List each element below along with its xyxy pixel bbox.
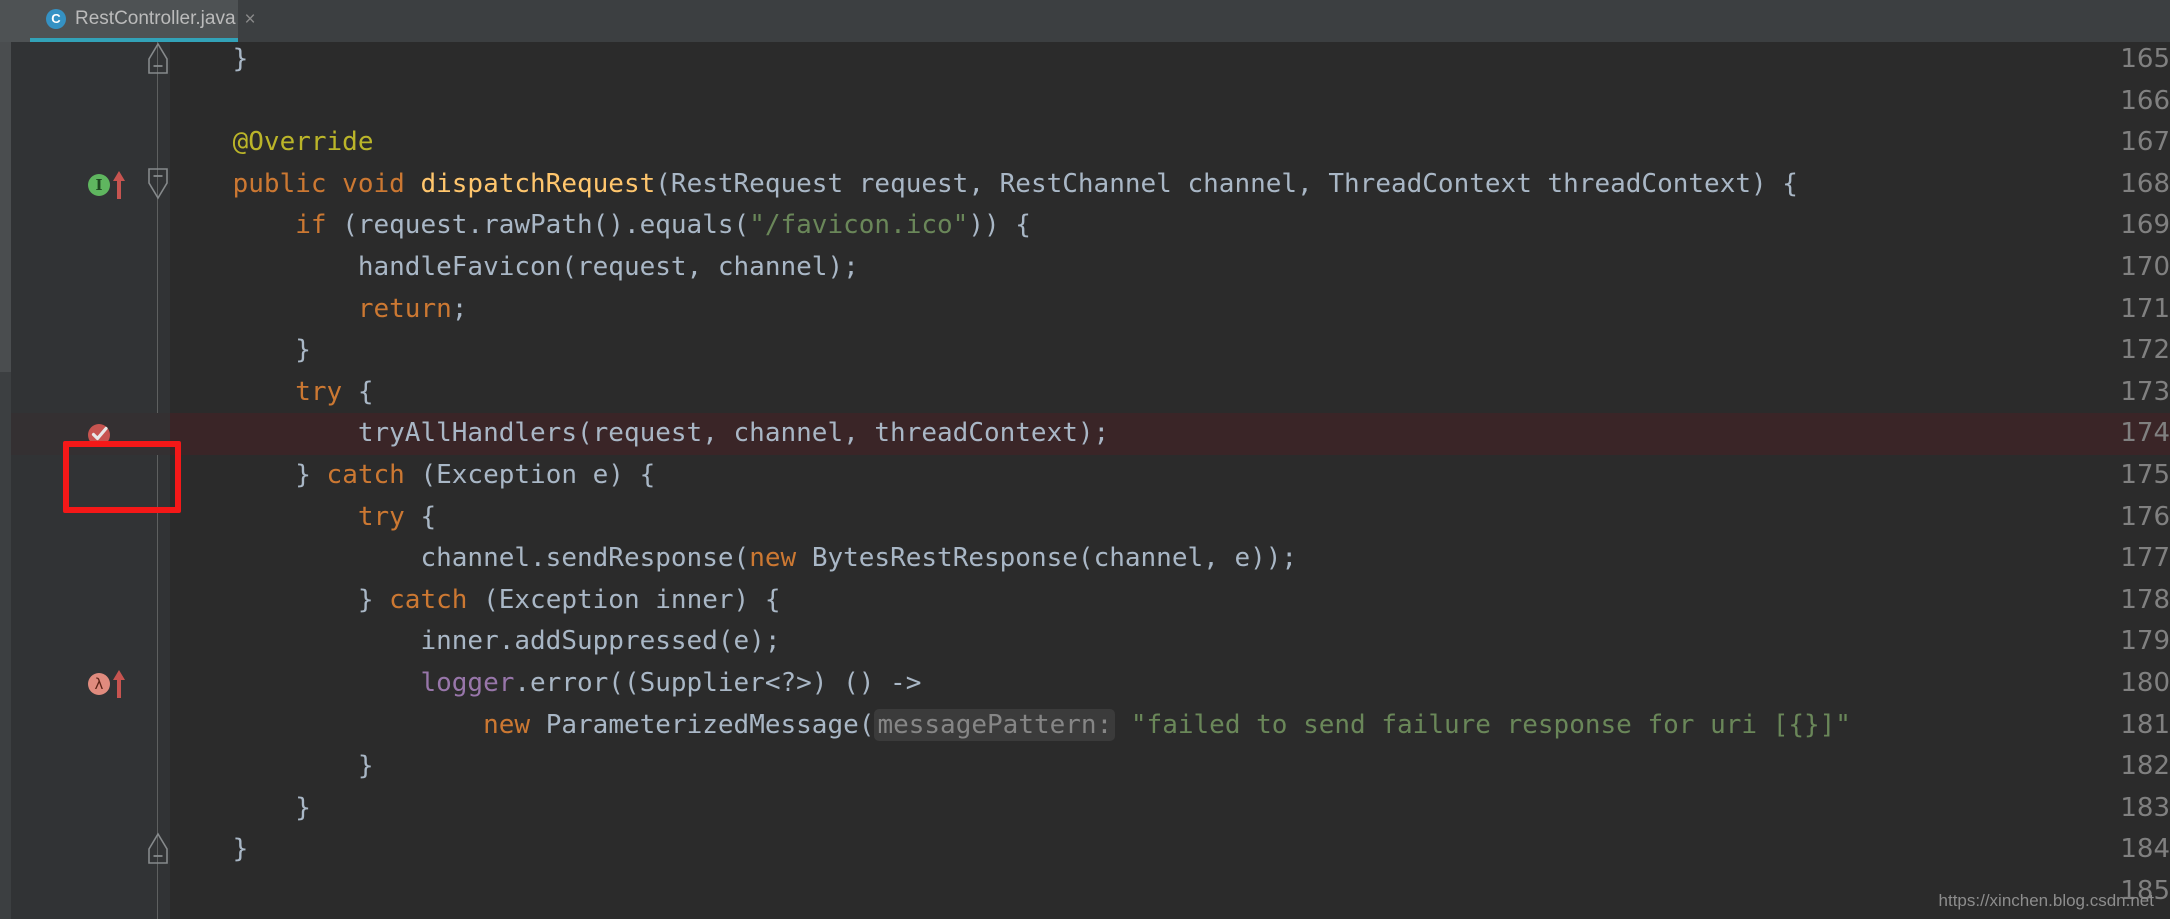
code-line[interactable]: inner.addSuppressed(e); bbox=[170, 621, 780, 663]
code-token-keyword: if bbox=[170, 210, 343, 241]
code-token-plain: .error((Supplier<?>) () -> bbox=[514, 668, 922, 698]
code-line[interactable]: } bbox=[170, 788, 311, 830]
code-line[interactable]: } bbox=[170, 42, 249, 81]
line-number: 168 bbox=[2120, 168, 2170, 199]
tab-bar-left-edge bbox=[0, 0, 30, 42]
overrides-method-arrow-icon[interactable] bbox=[112, 669, 126, 699]
code-token-plain: (RestRequest request, RestChannel channe… bbox=[655, 168, 1798, 199]
code-token-plain: } bbox=[170, 792, 311, 823]
line-number: 170 bbox=[2120, 252, 2170, 282]
code-line[interactable]: } catch (Exception inner) { bbox=[170, 580, 781, 622]
code-token-plain: ParameterizedMessage( bbox=[545, 709, 875, 740]
code-token-plain: { bbox=[420, 501, 437, 532]
code-token-plain: tryAllHandlers(request, channel, threadC… bbox=[170, 418, 1110, 449]
java-class-icon: C bbox=[46, 9, 66, 29]
lambda-icon[interactable]: λ bbox=[88, 673, 110, 695]
line-number: 176 bbox=[2120, 501, 2170, 532]
line-number: 165 bbox=[2120, 44, 2170, 74]
code-token-keyword: new bbox=[749, 543, 812, 574]
tab-title: RestController.java bbox=[75, 8, 236, 29]
code-token-plain: inner.addSuppressed(e); bbox=[170, 626, 781, 657]
code-token-plain: handleFavicon(request, channel); bbox=[170, 252, 859, 282]
line-number: 184 bbox=[2120, 834, 2170, 865]
line-number: 174 bbox=[2120, 418, 2170, 449]
code-token-keyword: catch bbox=[389, 584, 484, 615]
code-token-plain: BytesRestResponse(channel, e)); bbox=[811, 543, 1298, 574]
red-annotation-rectangle bbox=[63, 441, 181, 513]
code-line[interactable]: } catch (Exception e) { bbox=[170, 455, 655, 497]
code-token-static-field: logger bbox=[420, 668, 515, 698]
code-line[interactable]: try { bbox=[170, 497, 436, 539]
code-line[interactable]: } bbox=[170, 829, 249, 871]
code-token-keyword: new bbox=[483, 709, 546, 740]
line-number: 178 bbox=[2120, 584, 2170, 615]
line-number: 171 bbox=[2120, 293, 2170, 324]
line-number: 182 bbox=[2120, 751, 2170, 782]
line-number: 177 bbox=[2120, 543, 2170, 574]
code-line[interactable]: logger.error((Supplier<?>) () -> bbox=[170, 663, 921, 705]
code-token-plain: )) { bbox=[968, 210, 1031, 241]
code-line[interactable]: try { bbox=[170, 372, 374, 414]
code-editor[interactable]: 165 } 166 167 @Override 168 public void dis… bbox=[0, 42, 2170, 919]
implements-method-icon[interactable]: I bbox=[88, 173, 110, 196]
code-token-string: "failed to send failure response for uri… bbox=[1115, 709, 1851, 740]
code-token-keyword: catch bbox=[326, 460, 421, 490]
code-fold-end-icon[interactable] bbox=[146, 829, 170, 871]
editor-left-margin-strip bbox=[0, 42, 11, 919]
code-line[interactable]: handleFavicon(request, channel); bbox=[170, 247, 859, 289]
code-fold-start-icon[interactable] bbox=[146, 164, 170, 206]
code-line[interactable]: tryAllHandlers(request, channel, threadC… bbox=[170, 413, 1109, 455]
code-line[interactable]: @Override bbox=[170, 122, 374, 164]
line-number: 175 bbox=[2120, 460, 2170, 490]
code-token-keyword: return bbox=[170, 293, 452, 324]
code-line[interactable]: channel.sendResponse(new BytesRestRespon… bbox=[170, 538, 1297, 580]
editor-left-margin-shade bbox=[0, 42, 11, 372]
line-number: 167 bbox=[2120, 127, 2170, 158]
code-token-hint: messagePattern: bbox=[874, 708, 1116, 741]
code-token-plain: } bbox=[170, 335, 311, 366]
code-line[interactable]: new ParameterizedMessage(messagePattern:… bbox=[170, 705, 1851, 747]
code-token-plain: ; bbox=[451, 293, 468, 324]
code-line[interactable]: public void dispatchRequest(RestRequest … bbox=[170, 164, 1798, 206]
line-number: 183 bbox=[2120, 792, 2170, 823]
code-token-plain: (request.rawPath().equals( bbox=[342, 210, 750, 241]
overrides-method-arrow-icon[interactable] bbox=[112, 170, 126, 200]
code-token-keyword: public void bbox=[170, 168, 421, 199]
code-token-plain: } bbox=[170, 44, 249, 74]
code-token-method: dispatchRequest bbox=[420, 168, 656, 199]
code-token-keyword: try bbox=[170, 501, 421, 532]
code-token-plain: } bbox=[170, 460, 327, 490]
code-token-keyword: try bbox=[170, 376, 358, 407]
code-token-annotation: @Override bbox=[170, 127, 374, 158]
editor-tab-bar: C RestController.java × bbox=[0, 0, 2170, 42]
code-token-plain: } bbox=[170, 751, 374, 782]
code-token-plain: { bbox=[357, 376, 374, 407]
code-line[interactable]: return; bbox=[170, 289, 468, 331]
code-line[interactable]: if (request.rawPath().equals("/favicon.i… bbox=[170, 205, 1031, 247]
watermark: https://xinchen.blog.csdn.net bbox=[1938, 891, 2154, 910]
code-token-plain: (Exception e) { bbox=[420, 460, 656, 490]
code-token-plain: channel.sendResponse( bbox=[170, 543, 750, 574]
code-token-string: "/favicon.ico" bbox=[749, 210, 969, 241]
line-number: 181 bbox=[2120, 709, 2170, 740]
code-fold-end-icon[interactable] bbox=[146, 42, 170, 81]
line-number: 166 bbox=[2120, 85, 2170, 116]
code-token-plain: } bbox=[170, 584, 390, 615]
code-token-plain: (Exception inner) { bbox=[483, 584, 781, 615]
code-line[interactable]: } bbox=[170, 746, 374, 788]
code-line[interactable]: } bbox=[170, 330, 311, 372]
line-number: 180 bbox=[2120, 668, 2170, 698]
line-number: 169 bbox=[2120, 210, 2170, 241]
line-number: 173 bbox=[2120, 376, 2170, 407]
close-icon[interactable]: × bbox=[245, 10, 256, 29]
tab-rest-controller-java[interactable]: C RestController.java × bbox=[30, 0, 256, 42]
code-token-plain: } bbox=[170, 834, 249, 865]
line-number: 179 bbox=[2120, 626, 2170, 657]
line-number: 172 bbox=[2120, 335, 2170, 366]
